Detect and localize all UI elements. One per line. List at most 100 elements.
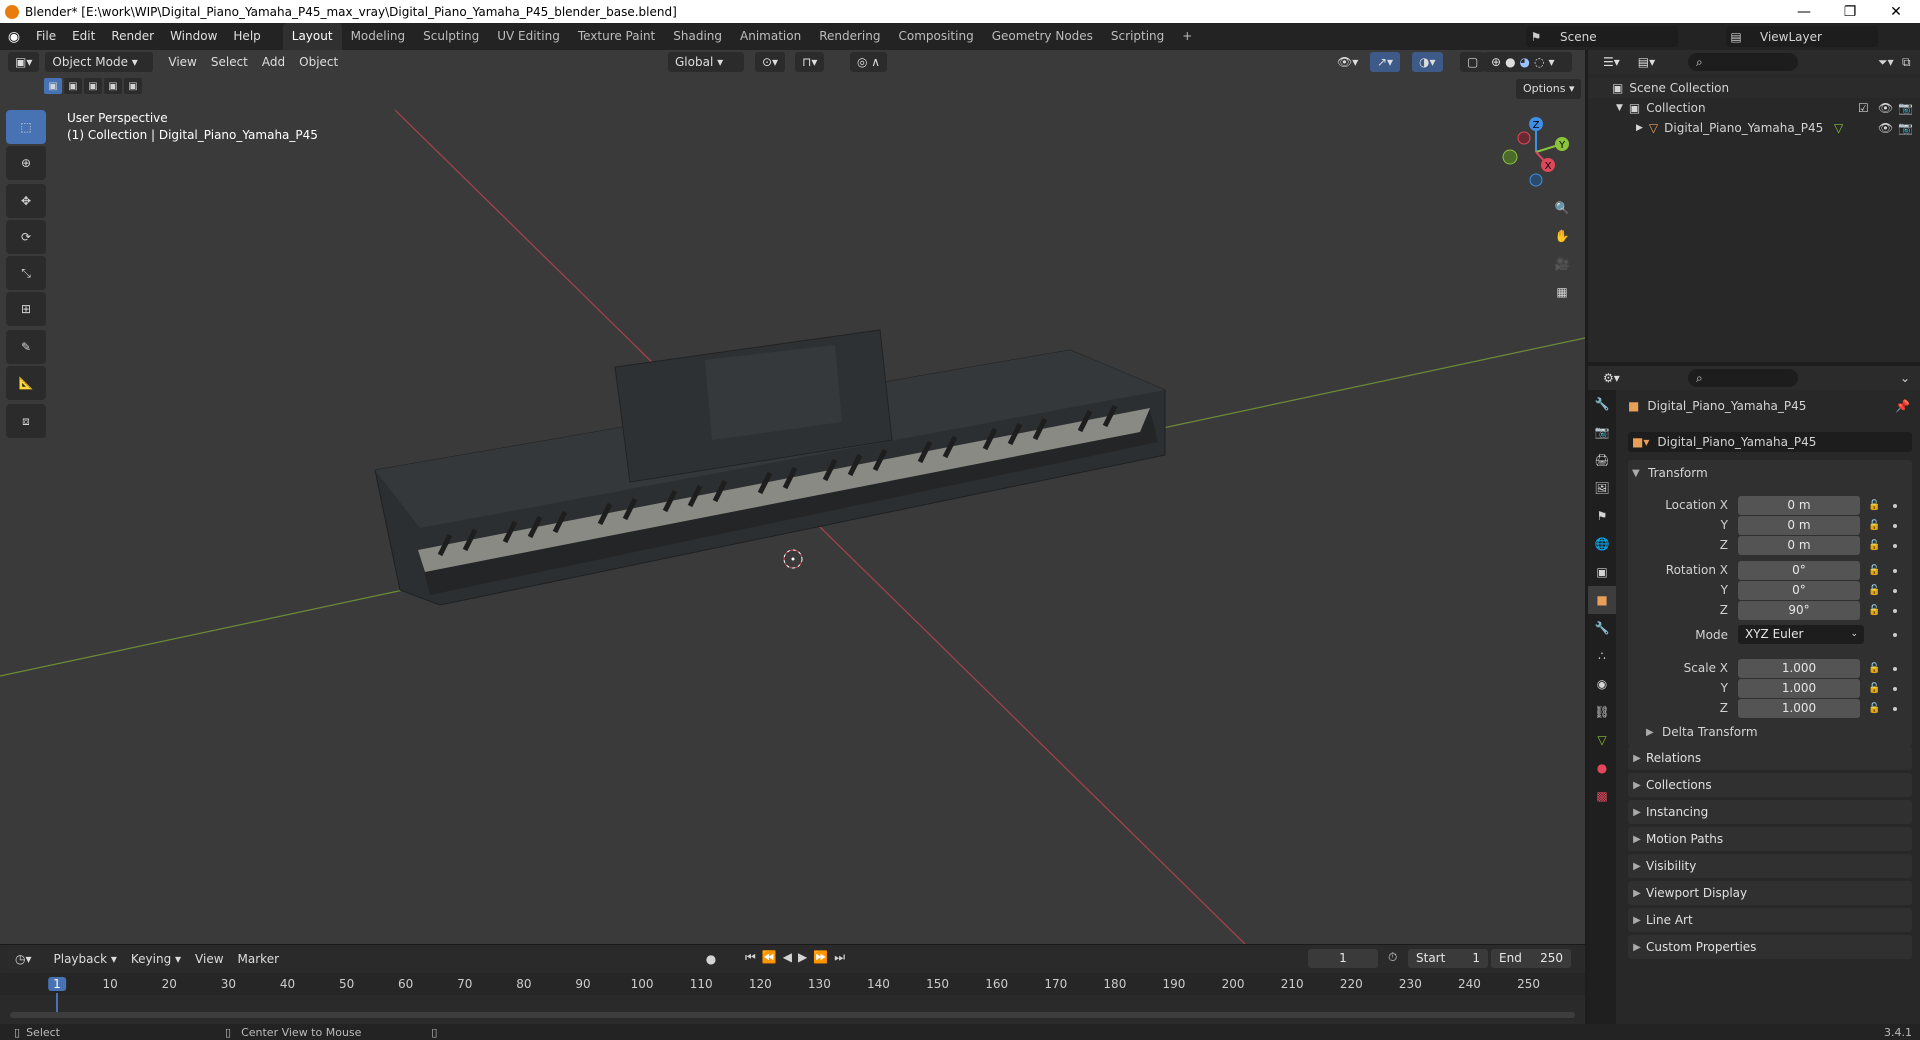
keyframe-location-x-icon[interactable] — [1893, 504, 1897, 508]
menu-file[interactable]: File — [28, 23, 64, 50]
keyframe-scale-z-icon[interactable] — [1893, 707, 1897, 711]
collection-eye-icon[interactable]: 👁 — [1878, 101, 1893, 115]
expand-object-icon[interactable]: ▶ — [1636, 123, 1643, 133]
rendered-shading-icon[interactable]: ◌ — [1534, 52, 1544, 72]
maximize-button[interactable]: ❐ — [1827, 0, 1873, 23]
select-box-tool-icon[interactable]: ⬚ — [6, 110, 46, 144]
material-shading-icon[interactable]: ◕ — [1520, 52, 1530, 72]
view-layer-tab-icon[interactable]: 🖼 — [1588, 474, 1616, 502]
properties-options-icon[interactable]: ⌄ — [1900, 371, 1910, 385]
rotation-mode-dropdown[interactable]: XYZ Euler ⌄ — [1738, 625, 1864, 644]
render-tab-icon[interactable]: 📷 — [1588, 418, 1616, 446]
menu-timeline-view[interactable]: View — [188, 949, 230, 969]
keyframe-scale-x-icon[interactable] — [1893, 667, 1897, 671]
object-eye-icon[interactable]: 👁 — [1878, 121, 1893, 135]
select-extend-icon[interactable]: ▣ — [64, 78, 82, 94]
instancing-panel[interactable]: ▶ Instancing — [1628, 800, 1912, 824]
menu-marker[interactable]: Marker — [231, 949, 286, 969]
keyframe-rotation-x-icon[interactable] — [1893, 569, 1897, 573]
new-collection-icon[interactable]: ⧉ — [1902, 55, 1911, 70]
add-workspace-button[interactable]: + — [1173, 23, 1201, 50]
play-reverse-icon[interactable]: ◀ — [783, 950, 792, 965]
tab-layout[interactable]: Layout — [282, 23, 342, 50]
tab-scripting[interactable]: Scripting — [1102, 23, 1173, 50]
current-frame-indicator[interactable]: 1 — [48, 977, 66, 991]
tab-geometry-nodes[interactable]: Geometry Nodes — [983, 23, 1102, 50]
physics-tab-icon[interactable]: ◉ — [1588, 670, 1616, 698]
modifier-tab-icon[interactable]: 🔧 — [1588, 614, 1616, 642]
solid-shading-icon[interactable]: ● — [1505, 52, 1515, 72]
measure-tool-icon[interactable]: 📐 — [6, 366, 46, 400]
pan-hand-icon[interactable]: ✋ — [1548, 222, 1576, 250]
tab-compositing[interactable]: Compositing — [889, 23, 982, 50]
object-data-field[interactable]: ■▾ Digital_Piano_Yamaha_P45 — [1628, 432, 1912, 452]
tab-animation[interactable]: Animation — [731, 23, 810, 50]
proportional-edit-icon[interactable]: ◎ ∧ — [850, 52, 888, 72]
pivot-icon[interactable]: ⊙▾ — [755, 52, 786, 72]
outliner-row-object[interactable]: ▶ ▽ Digital_Piano_Yamaha_P45 ▽ 👁 📷 — [1588, 118, 1920, 138]
collection-tab-icon[interactable]: ▣ — [1588, 558, 1616, 586]
tab-uv-editing[interactable]: UV Editing — [488, 23, 569, 50]
timeline-ruler[interactable]: 1 10 20 30 40 50 60 70 80 90 100 110 120 130 140 150 160… — [0, 973, 1585, 1017]
snap-icon[interactable]: ⊓▾ — [795, 52, 825, 72]
rotation-z-field[interactable]: 90° — [1738, 601, 1860, 620]
menu-help[interactable]: Help — [225, 23, 268, 50]
lock-location-y-icon[interactable]: 🔓 — [1868, 520, 1880, 532]
timeline-scrollbar[interactable] — [10, 1012, 1575, 1018]
close-button[interactable]: ✕ — [1873, 0, 1919, 23]
select-subtract-icon[interactable]: ▣ — [84, 78, 102, 94]
jump-end-icon[interactable]: ⏭ — [834, 950, 845, 965]
wireframe-shading-icon[interactable]: ⊕ — [1491, 52, 1501, 72]
visibility-panel[interactable]: ▶ Visibility — [1628, 854, 1912, 878]
orientation-selector[interactable]: Global ▾ — [668, 52, 744, 72]
properties-search-input[interactable]: ⌕ — [1688, 369, 1798, 387]
keyframe-location-z-icon[interactable] — [1893, 544, 1897, 548]
custom-properties-panel[interactable]: ▶ Custom Properties — [1628, 935, 1912, 959]
properties-editor-icon[interactable]: ⚙▾ — [1596, 368, 1627, 388]
material-tab-icon[interactable]: ● — [1588, 754, 1616, 782]
menu-add[interactable]: Add — [255, 52, 292, 72]
scale-x-field[interactable]: 1.000 — [1738, 659, 1860, 678]
mode-selector[interactable]: Object Mode ▾ — [45, 52, 154, 72]
line-art-panel[interactable]: ▶ Line Art — [1628, 908, 1912, 932]
outliner-row-collection[interactable]: ▼ ▣ Collection ☑ 👁 📷 — [1588, 98, 1920, 118]
move-tool-icon[interactable]: ✥ — [6, 184, 46, 218]
collections-panel[interactable]: ▶ Collections — [1628, 773, 1912, 797]
menu-render[interactable]: Render — [103, 23, 162, 50]
visibility-icon[interactable]: 👁▾ — [1330, 52, 1365, 72]
relations-panel[interactable]: ▶ Relations — [1628, 746, 1912, 770]
outliner-row-scene-collection[interactable]: ▣ Scene Collection — [1588, 78, 1920, 98]
clock-icon[interactable]: ⏱ — [1388, 950, 1397, 965]
outliner-editor-icon[interactable]: ☰▾ — [1596, 52, 1627, 72]
rotate-tool-icon[interactable]: ⟳ — [6, 220, 46, 254]
menu-playback[interactable]: Playback ▾ — [47, 949, 124, 969]
menu-object[interactable]: Object — [292, 52, 345, 72]
keyframe-rotation-y-icon[interactable] — [1893, 589, 1897, 593]
keyframe-scale-y-icon[interactable] — [1893, 687, 1897, 691]
expand-collection-icon[interactable]: ▼ — [1616, 103, 1623, 113]
location-y-field[interactable]: 0 m — [1738, 516, 1860, 535]
collection-checkbox[interactable]: ☑ — [1858, 101, 1869, 115]
keyframe-mode-icon[interactable] — [1893, 633, 1897, 637]
current-frame-field[interactable]: 1 — [1308, 949, 1378, 968]
particles-tab-icon[interactable]: ∴ — [1588, 642, 1616, 670]
timeline-editor-icon[interactable]: ◷▾ — [8, 949, 39, 969]
outliner-search-input[interactable]: ⌕ — [1688, 53, 1798, 71]
play-icon[interactable]: ▶ — [798, 950, 807, 965]
delta-transform-subpanel[interactable]: ▶ Delta Transform — [1646, 722, 1908, 742]
pin-icon[interactable]: 📌 — [1895, 399, 1910, 413]
tab-shading[interactable]: Shading — [664, 23, 731, 50]
keyframe-rotation-z-icon[interactable] — [1893, 609, 1897, 613]
lock-rotation-z-icon[interactable]: 🔓 — [1868, 605, 1880, 617]
keyframe-location-y-icon[interactable] — [1893, 524, 1897, 528]
view-layer-selector[interactable]: ▤ ViewLayer — [1726, 26, 1878, 47]
xray-icon[interactable]: ▢ — [1460, 52, 1486, 72]
ortho-grid-icon[interactable]: ▦ — [1548, 278, 1576, 306]
select-new-icon[interactable]: ▣ — [44, 78, 62, 94]
rotation-x-field[interactable]: 0° — [1738, 561, 1860, 580]
next-keyframe-icon[interactable]: ⏩ — [813, 950, 828, 965]
tab-modeling[interactable]: Modeling — [342, 23, 415, 50]
select-intersect-icon[interactable]: ▣ — [124, 78, 142, 94]
tab-rendering[interactable]: Rendering — [810, 23, 889, 50]
scene-tab-icon[interactable]: ⚑ — [1588, 502, 1616, 530]
